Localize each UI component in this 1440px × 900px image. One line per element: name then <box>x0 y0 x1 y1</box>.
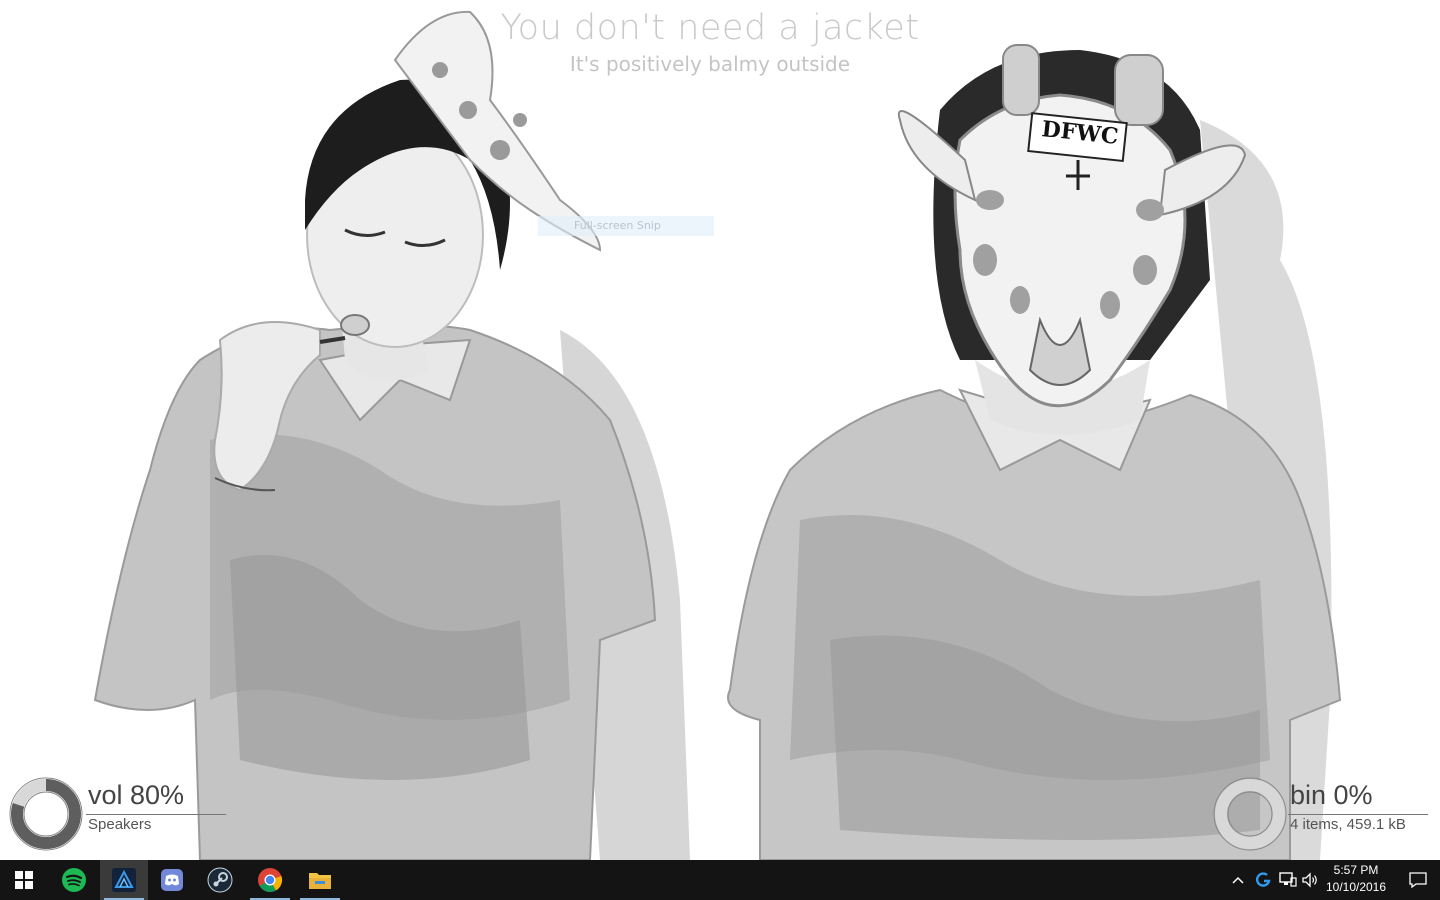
volume-icon[interactable] <box>1300 870 1320 890</box>
taskbar-app-discord[interactable] <box>148 860 196 900</box>
network-icon[interactable] <box>1278 870 1298 890</box>
taskbar-app-rainmeter[interactable] <box>100 860 148 900</box>
file-explorer-icon <box>309 873 331 889</box>
volume-device: Speakers <box>88 816 152 833</box>
taskbar-app-file-explorer[interactable] <box>296 860 344 900</box>
clock-time: 5:57 PM <box>1333 863 1379 877</box>
weather-headline: You don't need a jacket <box>500 8 920 48</box>
weather-subline: It's positively balmy outside <box>569 52 851 76</box>
chrome-icon <box>258 868 283 893</box>
taskbar-app-steam[interactable] <box>196 860 244 900</box>
bin-ring <box>1213 777 1287 851</box>
bin-divider <box>1288 814 1428 815</box>
wallpaper-person-right <box>727 44 1342 860</box>
windows-start-icon <box>15 871 33 889</box>
taskbar-app-chrome[interactable] <box>246 860 294 900</box>
spotify-icon <box>62 868 86 892</box>
bin-title: bin 0% <box>1290 780 1373 810</box>
desktop: DFWC You don't need a jacket It's positi… <box>0 0 1440 860</box>
weather-widget: You don't need a jacket It's positively … <box>460 6 960 78</box>
snip-overlay-label: Full-screen Snip <box>538 216 714 236</box>
rainmeter-icon <box>112 868 136 892</box>
discord-icon <box>161 869 183 891</box>
volume-gauge[interactable]: vol 80% Speakers <box>8 776 238 852</box>
taskbar-clock[interactable]: 5:57 PM 10/10/2016 <box>1318 862 1394 896</box>
taskbar: 5:57 PM 10/10/2016 <box>0 860 1440 900</box>
steam-icon <box>207 867 233 893</box>
clock-date: 10/10/2016 <box>1325 880 1387 894</box>
tray-overflow-chevron-icon[interactable] <box>1228 870 1248 890</box>
bin-details: 4 items, 459.1 kB <box>1290 816 1406 833</box>
volume-title: vol 80% <box>88 780 185 810</box>
start-button[interactable] <box>0 860 48 900</box>
taskbar-app-spotify[interactable] <box>50 860 98 900</box>
recycle-bin-gauge[interactable]: bin 0% 4 items, 459.1 kB <box>1212 776 1432 852</box>
logitech-icon[interactable] <box>1253 870 1273 890</box>
volume-ring <box>9 777 83 851</box>
volume-divider <box>86 814 226 815</box>
action-center-button[interactable] <box>1396 860 1440 900</box>
notification-icon <box>1409 872 1427 888</box>
